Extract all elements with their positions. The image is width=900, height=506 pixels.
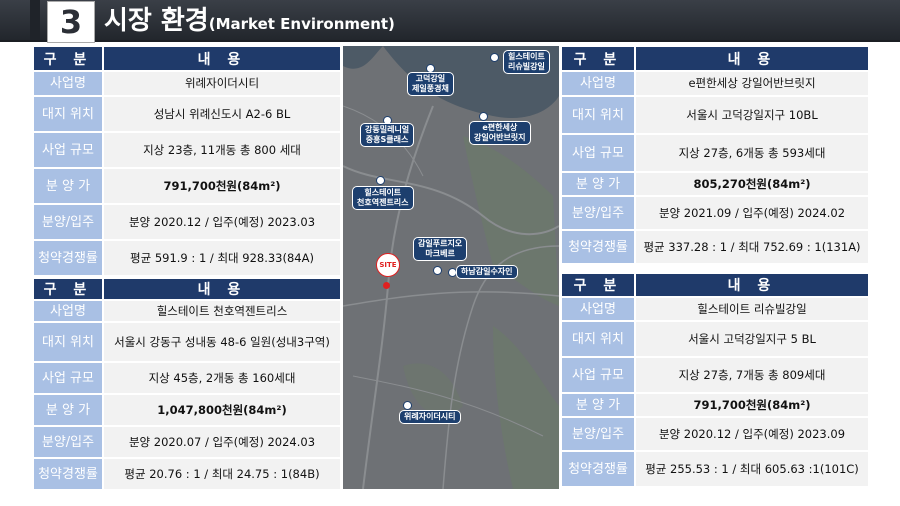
row-label: 사업명: [561, 297, 635, 321]
row-value: 서울시 고덕강일지구 5 BL: [635, 321, 869, 357]
map-label-hillstate-cheonho: 힐스테이트 천호역젠트리스: [352, 186, 414, 210]
row-value: 791,700천원(84m²): [635, 393, 869, 417]
map-label-godeok-jeil: 고덕강일 제일풍경채: [407, 72, 454, 96]
map-label-gamil-prugio: 감일푸르지오 마크베르: [413, 237, 468, 261]
title-main: 시장 환경: [104, 6, 209, 36]
title-subtitle: (Market Environment): [208, 15, 395, 33]
map-label-wirye-xi: 위례자이더시티: [399, 410, 461, 424]
row-label: 분 양 가: [561, 172, 635, 196]
table-e-pyeonhan-gangil: 구 분 내 용 사업명 e편한세상 강일어반브릿지 대지 위치 서울시 고덕강일지구…: [561, 46, 869, 264]
row-value: 지상 45층, 2개동 총 160세대: [103, 362, 341, 394]
row-label: 사업 규모: [33, 362, 103, 394]
row-value: 1,047,800천원(84m²): [103, 394, 341, 426]
row-label: 분 양 가: [33, 394, 103, 426]
map-marker: [433, 266, 442, 275]
row-label: 사업 규모: [33, 132, 103, 168]
map-marker: [376, 176, 385, 185]
site-marker: SITE: [376, 253, 400, 277]
row-label: 청약경쟁률: [561, 230, 635, 264]
row-label: 사업 규모: [561, 134, 635, 172]
site-location-dot: [383, 282, 390, 289]
map-label-hillstate-richeville: 힐스테이트 리슈빌강일: [503, 50, 550, 74]
row-value: 분양 2020.12 / 입주(예정) 2023.03: [103, 204, 341, 240]
row-label: 분 양 가: [33, 168, 103, 204]
row-value: 지상 27층, 6개동 총 593세대: [635, 134, 869, 172]
row-label: 청약경쟁률: [33, 458, 103, 490]
row-label: 사업 규모: [561, 357, 635, 393]
section-number: 3: [47, 1, 95, 43]
row-value: 평균 337.28 : 1 / 최대 752.69 : 1(131A): [635, 230, 869, 264]
map-marker: [403, 401, 412, 410]
header-accent: [30, 0, 40, 40]
row-label: 분 양 가: [561, 393, 635, 417]
table-wirye-xi: 구 분 내 용 사업명 위례자이더시티 대지 위치 성남시 위례신도시 A2-6 B…: [33, 46, 341, 276]
col-header-category: 구 분: [33, 278, 103, 300]
page-title: 시장 환경(Market Environment): [104, 4, 395, 41]
map-label-hanam-sujain: 하남감일수자인: [456, 265, 518, 279]
row-label: 분양/입주: [33, 426, 103, 458]
row-value: 지상 23층, 11개동 총 800 세대: [103, 132, 341, 168]
col-header-content: 내 용: [635, 46, 869, 71]
row-value: 성남시 위례신도시 A2-6 BL: [103, 96, 341, 132]
row-value: 지상 27층, 7개동 총 809세대: [635, 357, 869, 393]
row-label: 사업명: [33, 71, 103, 96]
row-value: 분양 2020.07 / 입주(예정) 2024.03: [103, 426, 341, 458]
table-hillstate-richeville: 구 분 내 용 사업명 힐스테이트 리슈빌강일 대지 위치 서울시 고덕강일지구 5…: [561, 273, 869, 487]
row-value: 분양 2020.12 / 입주(예정) 2023.09: [635, 417, 869, 451]
col-header-category: 구 분: [561, 46, 635, 71]
row-value: 분양 2021.09 / 입주(예정) 2024.02: [635, 196, 869, 230]
row-label: 청약경쟁률: [33, 240, 103, 276]
row-label: 대지 위치: [33, 96, 103, 132]
row-label: 사업명: [561, 71, 635, 96]
row-label: 분양/입주: [33, 204, 103, 240]
row-label: 대지 위치: [561, 96, 635, 134]
col-header-category: 구 분: [561, 273, 635, 297]
row-value: 791,700천원(84m²): [103, 168, 341, 204]
map-label-e-pyeonhan: e편한세상 강일어반브릿지: [469, 121, 531, 145]
row-label: 대지 위치: [561, 321, 635, 357]
row-label: 대지 위치: [33, 322, 103, 362]
row-value: 평균 20.76 : 1 / 최대 24.75 : 1(84B): [103, 458, 341, 490]
row-label: 청약경쟁률: [561, 451, 635, 487]
row-value: e편한세상 강일어반브릿지: [635, 71, 869, 96]
col-header-content: 내 용: [635, 273, 869, 297]
row-value: 위례자이더시티: [103, 71, 341, 96]
row-label: 사업명: [33, 300, 103, 322]
location-map: 힐스테이트 리슈빌강일 고덕강일 제일풍경채 e편한세상 강일어반브릿지 강동밀…: [343, 46, 559, 489]
row-label: 분양/입주: [561, 196, 635, 230]
row-value: 805,270천원(84m²): [635, 172, 869, 196]
row-value: 서울시 강동구 성내동 48-6 일원(성내3구역): [103, 322, 341, 362]
row-value: 평균 255.53 : 1 / 최대 605.63 :1(101C): [635, 451, 869, 487]
map-marker: [479, 112, 488, 121]
col-header-content: 내 용: [103, 46, 341, 71]
map-marker: [490, 53, 499, 62]
row-value: 힐스테이트 천호역젠트리스: [103, 300, 341, 322]
row-value: 평균 591.9 : 1 / 최대 928.33(84A): [103, 240, 341, 276]
row-value: 서울시 고덕강일지구 10BL: [635, 96, 869, 134]
col-header-content: 내 용: [103, 278, 341, 300]
map-label-gangdong-millennial: 강동밀레니얼 중흥S클래스: [360, 123, 415, 147]
table-hillstate-cheonho: 구 분 내 용 사업명 힐스테이트 천호역젠트리스 대지 위치 서울시 강동구 성내…: [33, 278, 341, 490]
col-header-category: 구 분: [33, 46, 103, 71]
row-value: 힐스테이트 리슈빌강일: [635, 297, 869, 321]
row-label: 분양/입주: [561, 417, 635, 451]
